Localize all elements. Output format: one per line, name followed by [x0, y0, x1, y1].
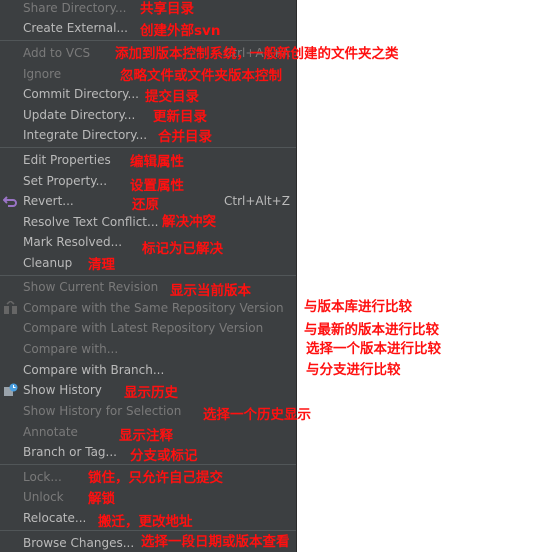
menu-item-update-directory[interactable]: Update Directory... — [0, 105, 296, 125]
annotation-label: 标记为已解决 — [142, 241, 223, 257]
menu-item-compare-with[interactable]: Compare with... — [0, 339, 296, 359]
menu-item-label: Integrate Directory... — [23, 128, 148, 142]
menu-item-label: Lock... — [23, 470, 62, 484]
annotation-label: 合并目录 — [158, 129, 212, 145]
menu-item-label: Add to VCS — [23, 46, 91, 60]
menu-item-label: Show History for Selection — [23, 404, 182, 418]
menu-item-show-current-revision[interactable]: Show Current Revision — [0, 277, 296, 297]
shortcut: Ctrl+Alt+Z — [224, 194, 290, 208]
annotation-label: 添加到版本控制系统，一般新创建的文件夹之类 — [115, 46, 399, 62]
annotation-label: 显示注释 — [119, 428, 173, 444]
menu-separator — [0, 530, 296, 531]
menu-item-label: Edit Properties — [23, 153, 111, 167]
menu-item-label: Revert... — [23, 194, 74, 208]
menu-item-label: Update Directory... — [23, 108, 136, 122]
menu-item-label: Annotate — [23, 425, 78, 439]
annotation-label: 创建外部svn — [140, 23, 221, 39]
annotation-label: 提交目录 — [145, 89, 199, 105]
menu-item-label: Show Current Revision — [23, 280, 159, 294]
annotation-label: 选择一个版本进行比较 — [306, 341, 441, 357]
menu-item-label: Compare with the Same Repository Version — [23, 301, 284, 315]
menu-item-label: Cleanup — [23, 256, 73, 270]
annotation-label: 与分支进行比较 — [306, 362, 401, 378]
menu-item-label: Compare with Latest Repository Version — [23, 321, 264, 335]
annotation-label: 设置属性 — [130, 178, 184, 194]
annotation-label: 选择一段日期或版本查看 — [141, 534, 290, 550]
menu-item-label: Ignore — [23, 67, 62, 81]
menu-item-label: Resolve Text Conflict... — [23, 215, 159, 229]
menu-item-integrate-directory[interactable]: Integrate Directory... — [0, 125, 296, 145]
annotation-label: 与最新的版本进行比较 — [304, 322, 439, 338]
menu-item-label: Compare with... — [23, 342, 119, 356]
menu-item-label: Relocate... — [23, 511, 87, 525]
annotation-label: 解决冲突 — [162, 214, 216, 230]
annotation-label: 忽略文件或文件夹版本控制 — [120, 68, 282, 84]
menu-separator — [0, 275, 296, 276]
annotation-label: 编辑属性 — [130, 154, 184, 170]
revert-icon — [3, 196, 17, 207]
annotation-label: 与版本库进行比较 — [304, 299, 412, 315]
annotation-label: 显示历史 — [124, 385, 178, 401]
annotation-label: 更新目录 — [153, 109, 207, 125]
annotation-label: 显示当前版本 — [170, 283, 251, 299]
annotation-label: 分支或标记 — [130, 448, 198, 464]
menu-item-label: Share Directory... — [23, 1, 127, 15]
menu-item-resolve-text-conflict[interactable]: Resolve Text Conflict... — [0, 212, 296, 232]
annotation-label: 解锁 — [88, 491, 115, 507]
menu-item-label: Unlock — [23, 490, 64, 504]
annotation-label: 清理 — [88, 257, 115, 273]
menu-item-compare-with-branch[interactable]: Compare with Branch... — [0, 360, 296, 380]
compare-icon — [4, 301, 17, 314]
menu-item-label: Browse Changes... — [23, 536, 135, 550]
annotation-label: 还原 — [132, 197, 159, 213]
menu-item-label: Compare with Branch... — [23, 363, 165, 377]
annotation-label: 选择一个历史显示 — [203, 407, 311, 423]
menu-item-compare-with-latest-repository-version[interactable]: Compare with Latest Repository Version — [0, 318, 296, 338]
history-icon — [4, 383, 18, 396]
menu-item-label: Mark Resolved... — [23, 235, 123, 249]
menu-separator — [0, 40, 296, 41]
annotation-label: 共享目录 — [140, 1, 194, 17]
menu-item-label: Commit Directory... — [23, 87, 139, 101]
menu-item-label: Branch or Tag... — [23, 445, 117, 459]
menu-separator — [0, 147, 296, 148]
menu-item-label: Create External... — [23, 21, 128, 35]
menu-item-compare-with-the-same-repository-version[interactable]: Compare with the Same Repository Version — [0, 298, 296, 318]
menu-separator — [0, 464, 296, 465]
annotation-label: 搬迁，更改地址 — [98, 514, 193, 530]
annotation-label: 锁住，只允许自己提交 — [88, 470, 223, 486]
menu-item-label: Show History — [23, 383, 102, 397]
menu-item-unlock[interactable]: Unlock — [0, 487, 296, 507]
menu-item-label: Set Property... — [23, 174, 108, 188]
